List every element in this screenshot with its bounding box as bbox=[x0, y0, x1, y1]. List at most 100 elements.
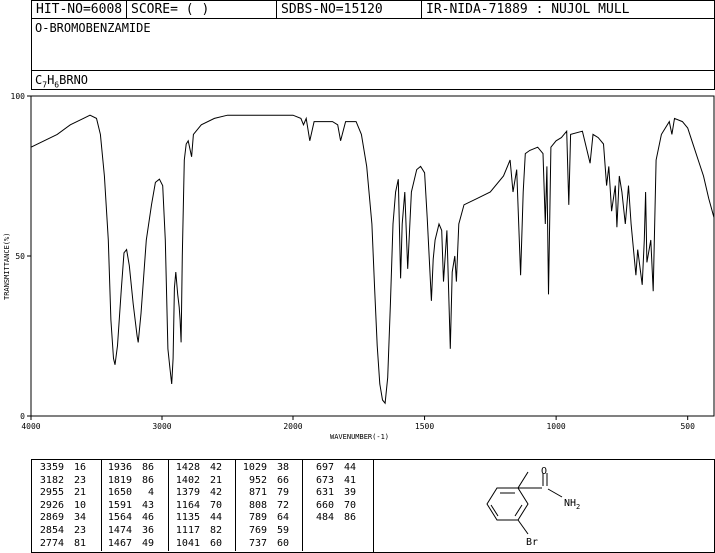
peak-transmittance: 44 bbox=[343, 462, 356, 473]
peak-transmittance: 43 bbox=[141, 499, 154, 511]
peak-wavenumber: 1029 bbox=[242, 462, 267, 473]
x-axis-label: WAVENUMBER(-1) bbox=[330, 433, 389, 441]
peak-transmittance: 10 bbox=[73, 499, 86, 511]
peak-row: 1428 42 bbox=[172, 462, 222, 475]
peak-row: 2926 10 bbox=[36, 500, 86, 513]
x-tick-label: 4000 bbox=[21, 422, 40, 431]
peak-transmittance: 44 bbox=[209, 512, 222, 524]
peak-wavenumber: 1819 bbox=[107, 474, 132, 486]
peak-transmittance: 70 bbox=[209, 499, 222, 511]
peak-wavenumber: 1428 bbox=[175, 462, 200, 473]
peak-column: 697 44 673 41 631 39 660 70 484 86 bbox=[306, 462, 356, 525]
peak-transmittance: 23 bbox=[73, 524, 86, 536]
peak-row: 952 66 bbox=[239, 475, 289, 488]
peak-wavenumber: 2774 bbox=[39, 537, 64, 549]
y-tick-label: 100 bbox=[11, 92, 26, 101]
peak-row: 1650 4 bbox=[104, 487, 154, 500]
peak-transmittance: 49 bbox=[141, 537, 154, 549]
peak-wavenumber: 1650 bbox=[107, 487, 132, 499]
peak-wavenumber: 3359 bbox=[39, 462, 64, 473]
peak-transmittance: 81 bbox=[73, 537, 86, 549]
bond-c-n bbox=[547, 488, 563, 498]
peak-transmittance: 86 bbox=[141, 462, 154, 473]
peak-table-divider bbox=[168, 459, 169, 551]
peak-wavenumber: 631 bbox=[315, 487, 334, 499]
peak-transmittance: 86 bbox=[141, 474, 154, 486]
bond-to-br bbox=[517, 519, 529, 535]
peak-transmittance: 60 bbox=[276, 537, 289, 549]
x-tick-label: 3000 bbox=[152, 422, 171, 431]
x-tick-label: 2000 bbox=[283, 422, 302, 431]
peak-row: 1402 21 bbox=[172, 475, 222, 488]
peak-table-divider bbox=[101, 459, 102, 551]
peak-row: 1379 42 bbox=[172, 487, 222, 500]
oxygen-label: O bbox=[541, 466, 547, 477]
peak-row: 2955 21 bbox=[36, 487, 86, 500]
peak-wavenumber: 1591 bbox=[107, 499, 132, 511]
peak-row: 737 60 bbox=[239, 538, 289, 551]
peak-wavenumber: 660 bbox=[315, 499, 334, 511]
peak-row: 789 64 bbox=[239, 512, 289, 525]
peak-wavenumber: 697 bbox=[315, 462, 334, 473]
bond-to-carbonyl bbox=[517, 471, 529, 489]
peak-wavenumber: 1564 bbox=[107, 512, 132, 524]
peak-row: 769 59 bbox=[239, 525, 289, 538]
peak-wavenumber: 673 bbox=[315, 474, 334, 486]
peak-row: 1117 82 bbox=[172, 525, 222, 538]
peak-transmittance: 34 bbox=[73, 512, 86, 524]
peak-row: 3182 23 bbox=[36, 475, 86, 488]
peak-transmittance: 86 bbox=[343, 512, 356, 524]
peak-row: 808 72 bbox=[239, 500, 289, 513]
peak-wavenumber: 871 bbox=[248, 487, 267, 499]
peak-transmittance: 21 bbox=[73, 487, 86, 499]
peak-column: 3359 16 3182 23 2955 21 2926 10 2869 34 2854 23 2774… bbox=[36, 462, 86, 550]
peak-column: 1428 42 1402 21 1379 42 1164 70 1135 44 1117 82 1041… bbox=[172, 462, 222, 550]
peak-row: 631 39 bbox=[306, 487, 356, 500]
peak-transmittance: 79 bbox=[276, 487, 289, 499]
peak-column: 1936 86 1819 86 1650 4 1591 43 1564 46 1474 36 1467 4… bbox=[104, 462, 154, 550]
peak-row: 1819 86 bbox=[104, 475, 154, 488]
peak-transmittance: 23 bbox=[73, 474, 86, 486]
peak-row: 871 79 bbox=[239, 487, 289, 500]
peak-transmittance: 42 bbox=[209, 462, 222, 473]
ir-spectrum-chart: 4000 3000 2000 1500 1000 500 0 50 100 WAVENUMBER… bbox=[3, 92, 715, 441]
x-tick-label: 1500 bbox=[415, 422, 434, 431]
peak-row: 2774 81 bbox=[36, 538, 86, 551]
peak-transmittance: 42 bbox=[209, 487, 222, 499]
peak-row: 673 41 bbox=[306, 475, 356, 488]
peak-transmittance: 72 bbox=[276, 499, 289, 511]
peak-wavenumber: 1164 bbox=[175, 499, 200, 511]
peak-row: 1467 49 bbox=[104, 538, 154, 551]
peak-wavenumber: 1936 bbox=[107, 462, 132, 473]
peak-row: 1029 38 bbox=[239, 462, 289, 475]
peak-row: 1135 44 bbox=[172, 512, 222, 525]
peak-row: 3359 16 bbox=[36, 462, 86, 475]
peak-wavenumber: 737 bbox=[248, 537, 267, 549]
peak-wavenumber: 2869 bbox=[39, 512, 64, 524]
peak-transmittance: 36 bbox=[141, 524, 154, 536]
peak-wavenumber: 1467 bbox=[107, 537, 132, 549]
structure-diagram: O NH2 Br bbox=[486, 466, 580, 548]
peak-wavenumber: 2955 bbox=[39, 487, 64, 499]
peak-transmittance: 39 bbox=[343, 487, 356, 499]
peak-transmittance: 16 bbox=[73, 462, 86, 473]
peak-wavenumber: 1135 bbox=[175, 512, 200, 524]
peak-transmittance: 66 bbox=[276, 474, 289, 486]
peak-wavenumber: 952 bbox=[248, 474, 267, 486]
peak-wavenumber: 2926 bbox=[39, 499, 64, 511]
peak-row: 2869 34 bbox=[36, 512, 86, 525]
x-tick-label: 1000 bbox=[546, 422, 565, 431]
peak-row: 2854 23 bbox=[36, 525, 86, 538]
peak-transmittance: 38 bbox=[276, 462, 289, 473]
peak-column: 1029 38 952 66 871 79 808 72 789 64 769 59 737 60 bbox=[239, 462, 289, 550]
y-axis-label: TRANSMITTANCE(%) bbox=[3, 233, 11, 300]
peak-wavenumber: 1474 bbox=[107, 524, 132, 536]
peak-wavenumber: 789 bbox=[248, 512, 267, 524]
peak-table-divider bbox=[235, 459, 236, 551]
peak-wavenumber: 1402 bbox=[175, 474, 200, 486]
peak-transmittance: 64 bbox=[276, 512, 289, 524]
peak-wavenumber: 769 bbox=[248, 524, 267, 536]
peak-transmittance: 59 bbox=[276, 524, 289, 536]
peak-row: 660 70 bbox=[306, 500, 356, 513]
peak-wavenumber: 808 bbox=[248, 499, 267, 511]
